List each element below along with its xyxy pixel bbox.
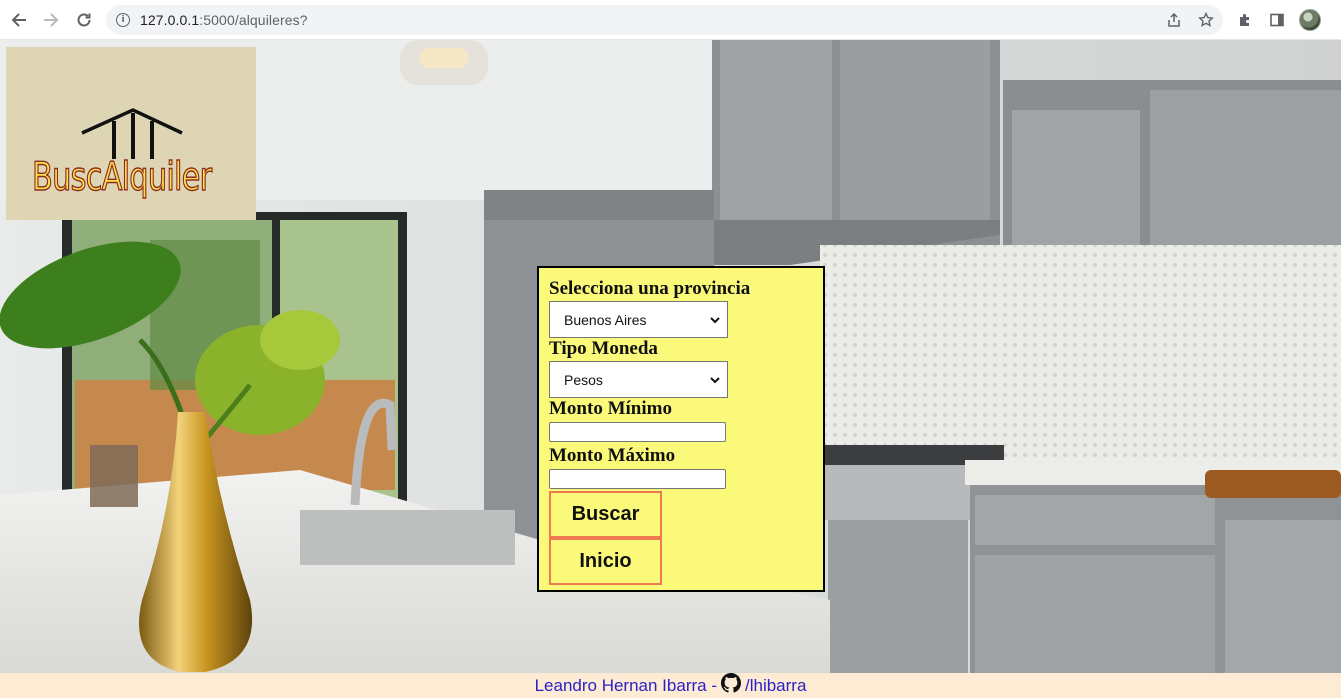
profile-avatar[interactable] bbox=[1299, 9, 1321, 31]
max-amount-label: Monto Máximo bbox=[549, 445, 676, 466]
home-button[interactable]: Inicio bbox=[549, 538, 662, 585]
footer-author: Leandro Hernan Ibarra - bbox=[534, 675, 717, 695]
chevron-down-icon bbox=[709, 314, 721, 326]
bookmark-star-icon[interactable] bbox=[1197, 11, 1215, 29]
url-host: 127.0.0.1 bbox=[140, 12, 200, 28]
logo-wordmark: BuscAlquiler bbox=[31, 154, 212, 200]
side-panel-icon[interactable] bbox=[1267, 10, 1287, 30]
footer: Leandro Hernan Ibarra - /lhibarra bbox=[0, 672, 1341, 698]
share-icon[interactable] bbox=[1165, 11, 1183, 29]
page-viewport: BuscAlquiler Selecciona una provincia Bu… bbox=[0, 40, 1341, 673]
min-amount-input[interactable] bbox=[549, 422, 726, 442]
github-icon[interactable] bbox=[720, 672, 741, 693]
search-button[interactable]: Buscar bbox=[549, 491, 662, 538]
extensions-puzzle-icon[interactable] bbox=[1235, 10, 1255, 30]
forward-arrow-icon[interactable] bbox=[40, 9, 62, 31]
github-link[interactable]: /lhibarra bbox=[745, 676, 806, 696]
currency-selected-value: Pesos bbox=[564, 371, 603, 388]
site-logo[interactable]: BuscAlquiler bbox=[6, 47, 256, 220]
currency-label: Tipo Moneda bbox=[549, 338, 658, 359]
province-selected-value: Buenos Aires bbox=[564, 311, 647, 328]
min-amount-label: Monto Mínimo bbox=[549, 398, 672, 419]
back-arrow-icon[interactable] bbox=[8, 9, 30, 31]
province-select[interactable]: Buenos Aires bbox=[549, 301, 728, 338]
province-label: Selecciona una provincia bbox=[549, 278, 751, 299]
browser-toolbar: i 127.0.0.1:5000/alquileres? bbox=[0, 0, 1341, 40]
address-bar[interactable]: i 127.0.0.1:5000/alquileres? bbox=[106, 5, 1223, 35]
currency-select[interactable]: Pesos bbox=[549, 361, 728, 398]
reload-icon[interactable] bbox=[73, 9, 95, 31]
site-info-icon[interactable]: i bbox=[116, 13, 130, 27]
rental-search-form: Selecciona una provincia Buenos Aires Ti… bbox=[537, 266, 825, 592]
url-path: :5000/alquileres? bbox=[199, 12, 308, 28]
max-amount-input[interactable] bbox=[549, 469, 726, 489]
chevron-down-icon bbox=[709, 374, 721, 386]
